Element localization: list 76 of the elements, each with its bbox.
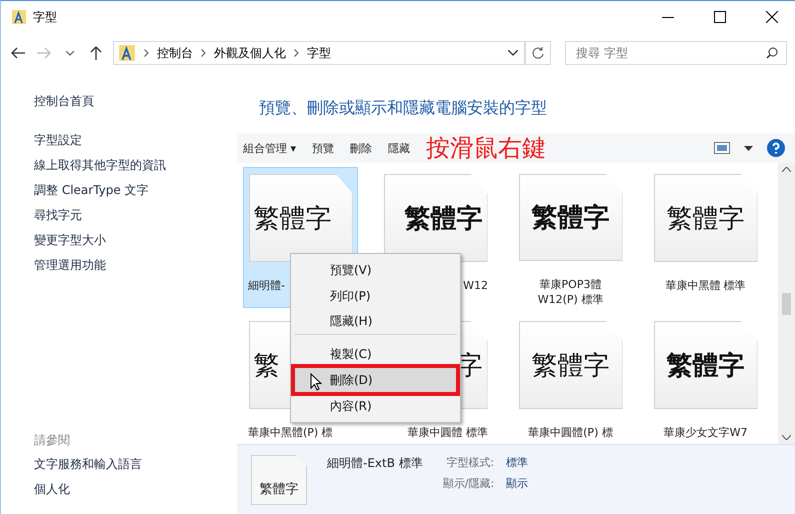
scroll-thumb[interactable] <box>782 292 791 314</box>
close-icon <box>766 11 778 23</box>
sidebar-link[interactable]: 調整 ClearType 文字 <box>34 178 149 203</box>
font-sample: 繁體字 <box>666 202 744 236</box>
font-name: 華康中圓體(P) 標 <box>527 425 614 440</box>
chevron-icon <box>294 49 299 57</box>
font-sample: 繁體字 <box>404 202 482 236</box>
dropdown-icon[interactable] <box>508 50 518 56</box>
font-sample: 繁體字 <box>532 350 610 382</box>
cursor-icon <box>310 373 322 391</box>
font-sample: 繁體字 <box>532 202 610 235</box>
sidebar-link[interactable]: 尋找字元 <box>34 203 82 228</box>
sidebar-link[interactable]: 管理選用功能 <box>34 253 106 278</box>
search-field[interactable]: 搜尋 字型 <box>574 43 766 63</box>
font-name: 華康中圓體 標準 <box>408 425 488 440</box>
font-sample: 繁體字 <box>666 350 744 382</box>
address-bar[interactable]: 控制台 外觀及個人化 字型 <box>113 41 525 65</box>
sidebar-link[interactable]: 線上取得其他字型的資訊 <box>34 153 166 178</box>
toolbar-button[interactable]: 隱藏 <box>388 140 410 156</box>
font-tile[interactable]: 繁體字 華康中黑體 標準 <box>648 167 763 308</box>
font-name: 華康中黑體(P) 標 <box>248 425 333 440</box>
refresh-icon <box>532 47 544 59</box>
menu-item[interactable]: 隱藏(H) <box>294 309 457 335</box>
font-tile[interactable]: 繁體字 華康中圓體(P) 標 <box>513 314 628 444</box>
search-box[interactable]: 搜尋 字型 <box>565 41 787 65</box>
font-name: 細明體-ExtB 標準 <box>327 455 423 472</box>
annotation-text: 按滑鼠右鍵 <box>426 134 546 162</box>
menu-item[interactable]: 複製(C) <box>294 341 457 367</box>
font-name: W12 <box>463 278 488 293</box>
font-folder-icon <box>11 9 27 25</box>
font-name: 細明體- <box>248 278 285 293</box>
font-sample: 繁體字 <box>260 481 298 498</box>
font-folder-icon <box>118 44 136 62</box>
font-name: 華康少女文字W7 <box>662 425 748 440</box>
dropdown-icon[interactable] <box>744 146 753 150</box>
font-tile[interactable]: 繁體字 華康POP3體 W12(P) 標準 <box>513 167 628 308</box>
minimize-icon <box>662 16 674 18</box>
refresh-button[interactable] <box>525 41 551 65</box>
font-sample: 繁 <box>254 350 280 382</box>
toolbar-button[interactable]: 預覽 <box>312 140 334 156</box>
maximize-icon <box>714 11 726 23</box>
search-icon <box>766 47 778 59</box>
help-icon[interactable] <box>767 139 785 157</box>
detail-value: 標準 <box>506 455 528 470</box>
toolbar-button[interactable]: 刪除 <box>350 140 372 156</box>
chevron-icon <box>201 49 206 57</box>
menu-item[interactable]: 內容(R) <box>294 393 457 419</box>
sidebar-link[interactable]: 控制台首頁 <box>34 89 94 114</box>
scroll-up-icon[interactable] <box>782 167 791 172</box>
breadcrumb[interactable]: 字型 <box>307 44 331 62</box>
sidebar-link[interactable]: 文字服務和輸入語言 <box>34 452 142 477</box>
sidebar-link[interactable]: 字型設定 <box>34 128 82 153</box>
caret-icon <box>66 50 74 56</box>
detail-value: 顯示 <box>506 476 528 491</box>
scroll-down-icon[interactable] <box>782 435 791 440</box>
scrollbar[interactable] <box>778 163 795 444</box>
font-name: 華康POP3體 W12(P) 標準 <box>536 277 604 307</box>
page-heading: 預覽、刪除或顯示和隱藏電腦安裝的字型 <box>259 98 548 119</box>
sidebar-link[interactable]: 變更字型大小 <box>34 228 106 253</box>
detail-label: 字型樣式: <box>445 455 494 470</box>
breadcrumb[interactable]: 控制台 <box>157 44 193 62</box>
forward-arrow-icon <box>37 47 51 59</box>
detail-label: 顯示/隱藏: <box>442 476 494 491</box>
up-arrow-icon <box>90 46 102 60</box>
menu-item[interactable]: 刪除(D) <box>294 367 457 393</box>
sidebar-link[interactable]: 個人化 <box>34 477 70 502</box>
back-arrow-icon <box>11 47 25 59</box>
font-sample: 繁體字 <box>254 202 332 236</box>
view-icon[interactable] <box>714 142 730 154</box>
font-tile[interactable]: 繁體字 華康少女文字W7 <box>648 314 763 444</box>
chevron-icon <box>144 49 149 57</box>
see-also-heading: 請參閱 <box>34 432 71 449</box>
toolbar-button[interactable]: 組合管理 ▾ <box>243 140 296 156</box>
breadcrumb[interactable]: 外觀及個人化 <box>214 44 286 62</box>
window-title: 字型 <box>33 8 58 26</box>
font-name: 華康中黑體 標準 <box>664 278 747 293</box>
